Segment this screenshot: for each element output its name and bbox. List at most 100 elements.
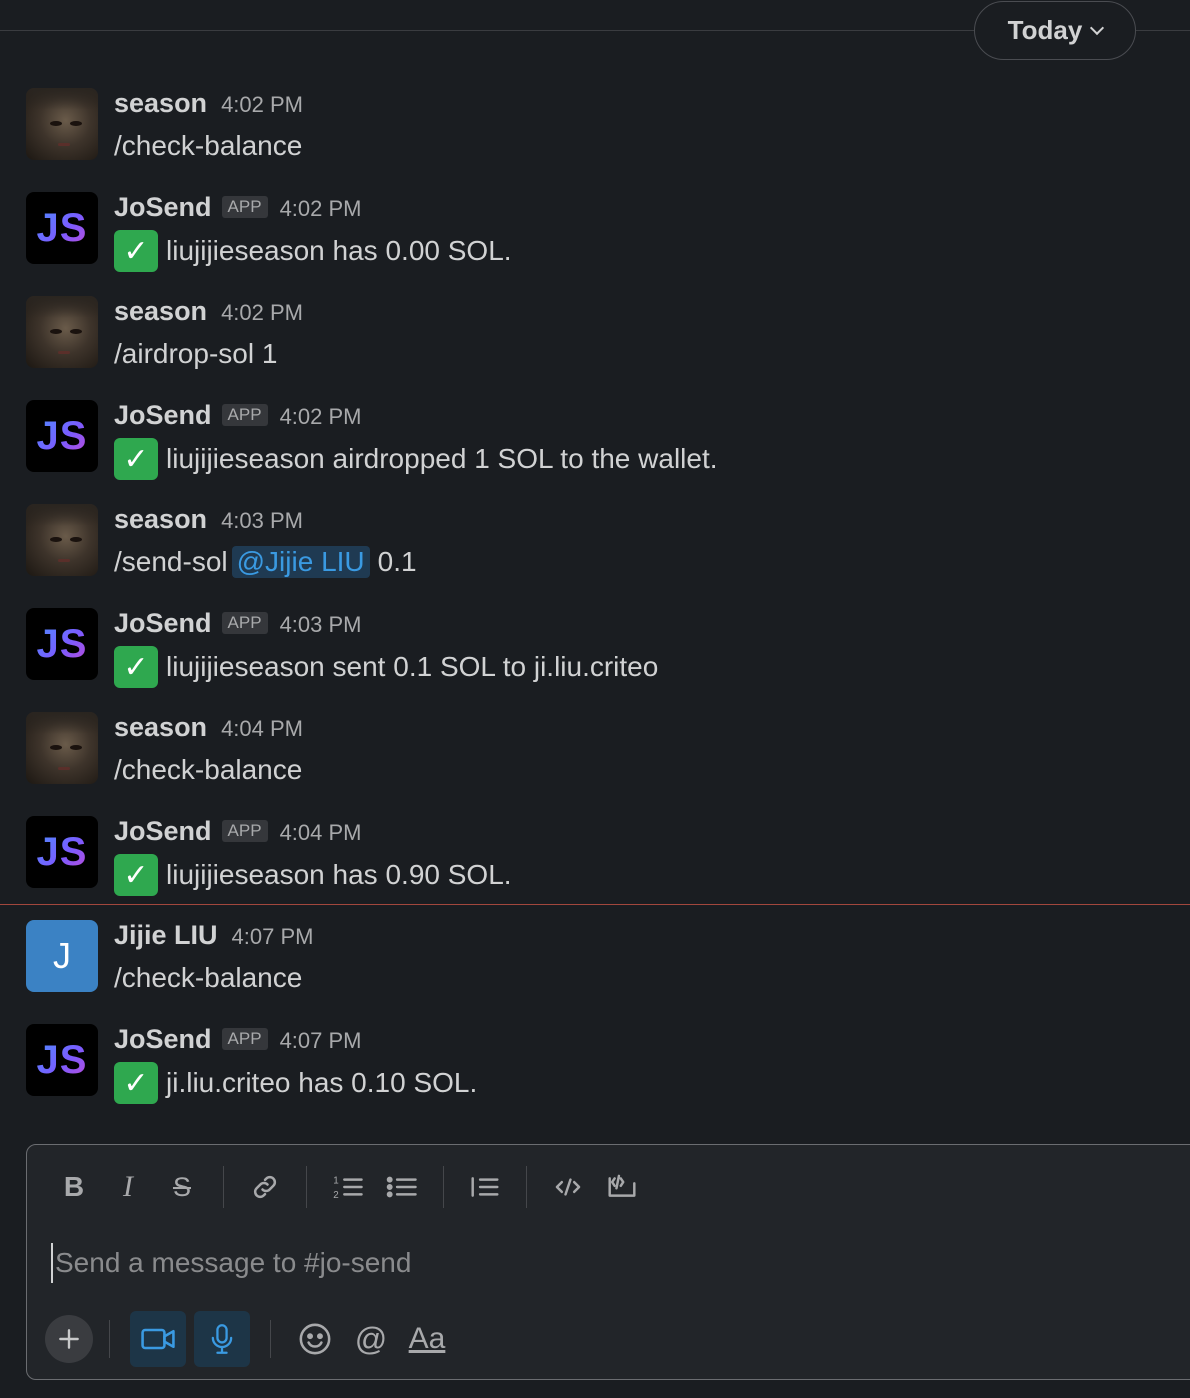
action-divider (109, 1320, 110, 1358)
message: JS JoSend APP 4:02 PM ✓ liujijieseason a… (0, 400, 1190, 504)
app-badge: APP (221, 820, 268, 842)
message-header: season 4:02 PM (114, 88, 303, 122)
mention-button[interactable]: @ (343, 1311, 399, 1367)
message: JS JoSend APP 4:02 PM ✓ liujijieseason h… (0, 192, 1190, 296)
ordered-list-icon: 12 (333, 1175, 363, 1201)
timestamp[interactable]: 4:04 PM (221, 716, 303, 742)
message-header: JoSend APP 4:04 PM (114, 816, 362, 850)
avatar[interactable] (26, 88, 98, 160)
video-clip-button[interactable] (130, 1311, 186, 1367)
sender-name[interactable]: season (114, 88, 207, 119)
link-button[interactable] (238, 1161, 292, 1213)
emoji-button[interactable] (287, 1311, 343, 1367)
code-block-button[interactable] (595, 1161, 649, 1213)
plus-button[interactable] (45, 1315, 93, 1363)
blockquote-button[interactable] (458, 1161, 512, 1213)
at-icon: @ (354, 1320, 388, 1357)
date-divider-label: Today (1007, 15, 1083, 45)
emoji-icon (299, 1323, 331, 1355)
message-header: season 4:02 PM (114, 296, 303, 330)
code-icon (555, 1178, 581, 1196)
bulleted-list-icon (386, 1176, 417, 1198)
bulleted-list-button[interactable] (375, 1161, 429, 1213)
timestamp[interactable]: 4:02 PM (280, 404, 362, 430)
message-text: ✓ liujijieseason sent 0.1 SOL to ji.liu.… (114, 646, 658, 688)
avatar[interactable]: J (26, 920, 98, 992)
message: JS JoSend APP 4:03 PM ✓ liujijieseason s… (0, 608, 1190, 712)
sender-name[interactable]: JoSend (114, 1024, 212, 1055)
sender-name[interactable]: JoSend (114, 400, 212, 431)
formatting-toggle-button[interactable]: Aa (399, 1311, 455, 1367)
check-mark-icon: ✓ (114, 1062, 158, 1104)
timestamp[interactable]: 4:03 PM (280, 612, 362, 638)
message-composer: B I S 12 Send a message to #jo-send @ Aa (26, 1144, 1190, 1380)
avatar[interactable] (26, 504, 98, 576)
strikethrough-button[interactable]: S (155, 1161, 209, 1213)
avatar[interactable] (26, 296, 98, 368)
avatar[interactable]: JS (26, 816, 98, 888)
action-divider (270, 1320, 271, 1358)
message-text: ✓ liujijieseason has 0.90 SOL. (114, 854, 512, 896)
message: J Jijie LIU 4:07 PM /check-balance (0, 920, 1190, 1024)
code-button[interactable] (541, 1161, 595, 1213)
message-text: /check-balance (114, 130, 303, 161)
avatar[interactable]: JS (26, 400, 98, 472)
timestamp[interactable]: 4:02 PM (221, 92, 303, 118)
italic-button[interactable]: I (101, 1161, 155, 1213)
app-badge: APP (221, 404, 268, 426)
composer-actions: @ Aa (43, 1311, 455, 1367)
app-badge: APP (221, 196, 268, 218)
message-text: /send-sol @Jijie LIU 0.1 (114, 546, 417, 578)
message-text: ✓ liujijieseason airdropped 1 SOL to the… (114, 438, 718, 480)
toolbar-divider (443, 1166, 444, 1208)
toolbar-divider (306, 1166, 307, 1208)
video-camera-icon (141, 1328, 175, 1350)
user-mention[interactable]: @Jijie LIU (231, 546, 370, 578)
message-text: ✓ ji.liu.criteo has 0.10 SOL. (114, 1062, 477, 1104)
timestamp[interactable]: 4:04 PM (280, 820, 362, 846)
message-header: Jijie LIU 4:07 PM (114, 920, 313, 954)
audio-clip-button[interactable] (194, 1311, 250, 1367)
avatar[interactable]: JS (26, 1024, 98, 1096)
sender-name[interactable]: Jijie LIU (114, 920, 218, 951)
timestamp[interactable]: 4:02 PM (221, 300, 303, 326)
sender-name[interactable]: JoSend (114, 192, 212, 223)
check-mark-icon: ✓ (114, 230, 158, 272)
avatar[interactable] (26, 712, 98, 784)
avatar[interactable]: JS (26, 608, 98, 680)
message: season 4:02 PM /check-balance (0, 88, 1190, 192)
timestamp[interactable]: 4:07 PM (280, 1028, 362, 1054)
message-text: /airdrop-sol 1 (114, 338, 278, 369)
sender-name[interactable]: JoSend (114, 608, 212, 639)
timestamp[interactable]: 4:03 PM (221, 508, 303, 534)
timestamp[interactable]: 4:02 PM (280, 196, 362, 222)
blockquote-icon (471, 1177, 499, 1197)
timestamp[interactable]: 4:07 PM (232, 924, 314, 950)
check-mark-icon: ✓ (114, 646, 158, 688)
check-mark-icon: ✓ (114, 854, 158, 896)
message-text: /check-balance (114, 962, 303, 993)
bold-button[interactable]: B (47, 1161, 101, 1213)
sender-name[interactable]: JoSend (114, 816, 212, 847)
formatting-toolbar: B I S 12 (47, 1161, 649, 1213)
sender-name[interactable]: season (114, 296, 207, 327)
app-badge: APP (221, 612, 268, 634)
link-icon (253, 1175, 277, 1199)
chevron-down-icon (1090, 20, 1105, 35)
app-badge: APP (221, 1028, 268, 1050)
avatar[interactable]: JS (26, 192, 98, 264)
sender-name[interactable]: season (114, 504, 207, 535)
toolbar-divider (526, 1166, 527, 1208)
ordered-list-button[interactable]: 12 (321, 1161, 375, 1213)
message-header: season 4:03 PM (114, 504, 303, 538)
message-header: JoSend APP 4:07 PM (114, 1024, 362, 1058)
message-input[interactable] (51, 1243, 1151, 1283)
date-divider-button[interactable]: Today (974, 1, 1136, 60)
message-header: JoSend APP 4:03 PM (114, 608, 362, 642)
message-header: JoSend APP 4:02 PM (114, 192, 362, 226)
message-header: JoSend APP 4:02 PM (114, 400, 362, 434)
message-text: /check-balance (114, 754, 303, 785)
new-messages-divider (0, 904, 1190, 905)
sender-name[interactable]: season (114, 712, 207, 743)
svg-text:1: 1 (333, 1175, 338, 1186)
